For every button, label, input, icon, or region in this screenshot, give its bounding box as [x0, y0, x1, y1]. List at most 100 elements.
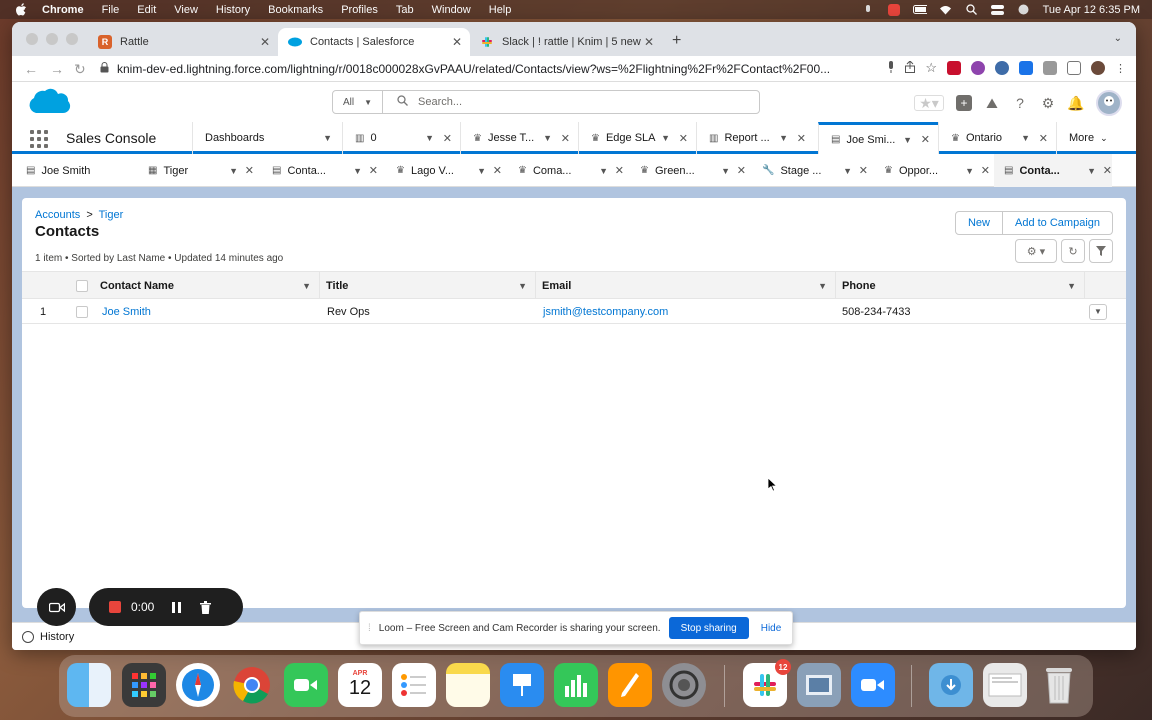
breadcrumb-record-link[interactable]: Tiger	[99, 209, 124, 221]
breadcrumb-accounts-link[interactable]: Accounts	[35, 209, 80, 221]
stop-recording-button[interactable]	[109, 601, 121, 613]
chevron-down-icon[interactable]: ▼	[353, 166, 362, 176]
close-tab-icon[interactable]: ✕	[644, 35, 654, 49]
chevron-down-icon[interactable]: ▼	[779, 133, 788, 143]
nav-tab-jesse[interactable]: ♛ Jesse T... ▼ ✕	[460, 122, 578, 154]
menubar-clock[interactable]: Tue Apr 12 6:35 PM	[1043, 4, 1140, 16]
new-tab-icon[interactable]: +	[672, 32, 681, 50]
close-tab-icon[interactable]: ✕	[737, 164, 746, 177]
close-tab-icon[interactable]: ✕	[245, 164, 254, 177]
share-icon[interactable]	[905, 59, 916, 76]
forward-icon[interactable]: →	[50, 61, 64, 77]
close-tab-icon[interactable]: ✕	[443, 132, 452, 145]
filter-icon[interactable]	[1089, 239, 1113, 263]
subtab-green[interactable]: ♛ Green... ▼ ✕	[630, 154, 746, 187]
finder-app-icon[interactable]	[67, 663, 111, 707]
chevron-down-icon[interactable]: ▼	[818, 281, 827, 291]
history-utility-item[interactable]: History	[40, 631, 74, 643]
chevron-down-icon[interactable]: ▼	[229, 166, 238, 176]
close-tab-icon[interactable]: ✕	[493, 164, 502, 177]
column-header-title[interactable]: Title ▼	[320, 272, 536, 299]
pages-app-icon[interactable]	[608, 663, 652, 707]
reminders-app-icon[interactable]	[392, 663, 436, 707]
loom-camera-toggle[interactable]	[37, 588, 76, 626]
mic-status-icon[interactable]	[861, 4, 875, 15]
chevron-down-icon[interactable]: ▼	[323, 133, 332, 143]
close-tab-icon[interactable]: ✕	[452, 35, 462, 49]
keynote-app-icon[interactable]	[500, 663, 544, 707]
contact-name-link[interactable]: Joe Smith	[102, 299, 151, 324]
subtab-stage[interactable]: 🔧 Stage ... ▼ ✕	[752, 154, 868, 187]
notes-app-icon[interactable]	[446, 663, 490, 707]
zoom-window-button[interactable]	[66, 33, 78, 45]
chevron-down-icon[interactable]: ▼	[425, 133, 434, 143]
facetime-app-icon[interactable]	[284, 663, 328, 707]
chevron-down-icon[interactable]: ▼	[518, 281, 527, 291]
menu-help[interactable]: Help	[489, 4, 512, 16]
close-tab-icon[interactable]: ✕	[679, 132, 688, 145]
nav-tab-0[interactable]: ▥ 0 ▼ ✕	[342, 122, 460, 154]
close-tab-icon[interactable]: ✕	[260, 35, 270, 49]
chevron-down-icon[interactable]: ▼	[302, 281, 311, 291]
close-tab-icon[interactable]: ✕	[615, 164, 624, 177]
chevron-down-icon[interactable]: ▼	[1021, 133, 1030, 143]
nav-tab-dashboards[interactable]: Dashboards ▼	[192, 122, 342, 154]
slack-app-icon[interactable]: 12	[743, 659, 791, 707]
subtab-contacts-1[interactable]: ▤ Conta... ▼ ✕	[262, 154, 378, 187]
row-actions-dropdown-icon[interactable]: ▼	[1089, 303, 1107, 320]
delete-recording-trash-icon[interactable]	[199, 600, 211, 614]
browser-tab-slack[interactable]: Slack | ! rattle | Knim | 5 new ite ✕	[470, 28, 662, 56]
minimize-window-button[interactable]	[46, 33, 58, 45]
side-panel-icon[interactable]	[1067, 61, 1081, 75]
menu-chrome[interactable]: Chrome	[42, 4, 84, 16]
chevron-down-icon[interactable]: ▼	[599, 166, 608, 176]
reload-icon[interactable]: ↻	[74, 61, 86, 78]
chevron-down-icon[interactable]: ▼	[721, 166, 730, 176]
close-window-button[interactable]	[26, 33, 38, 45]
close-tab-icon[interactable]: ✕	[1039, 132, 1048, 145]
nav-tab-ontario[interactable]: ♛ Ontario ▼ ✕	[938, 122, 1056, 154]
extension-red-icon[interactable]	[947, 61, 961, 75]
close-tab-icon[interactable]: ✕	[859, 164, 868, 177]
global-actions-plus-icon[interactable]: +	[956, 95, 972, 111]
recent-document-stack-icon[interactable]	[983, 663, 1027, 707]
chevron-down-icon[interactable]: ▼	[903, 135, 912, 145]
pause-icon[interactable]	[172, 601, 182, 613]
extension-purple-icon[interactable]	[971, 61, 985, 75]
contact-email-link[interactable]: jsmith@testcompany.com	[543, 299, 668, 324]
menu-profiles[interactable]: Profiles	[341, 4, 378, 16]
battery-icon[interactable]	[912, 5, 927, 15]
user-avatar[interactable]	[1096, 90, 1122, 116]
column-header-contact-name[interactable]: Contact Name ▼	[94, 272, 320, 299]
subtab-joe-smith[interactable]: ▤ Joe Smith	[12, 154, 138, 187]
calendar-app-icon[interactable]: APR 12	[338, 663, 382, 707]
apple-icon[interactable]	[14, 3, 28, 17]
extension-blue-icon[interactable]	[995, 61, 1009, 75]
close-tab-icon[interactable]: ✕	[981, 164, 990, 177]
trash-app-icon[interactable]	[1037, 663, 1081, 707]
tab-search-chevron-icon[interactable]: ⌄	[1114, 33, 1122, 44]
nav-tab-report[interactable]: ▥ Report ... ▼ ✕	[696, 122, 814, 154]
add-to-campaign-button[interactable]: Add to Campaign	[1003, 211, 1113, 235]
favorites-star-icon[interactable]: ★▾	[914, 95, 944, 111]
close-tab-icon[interactable]: ✕	[369, 164, 378, 177]
global-search[interactable]: All ▼ Search...	[332, 90, 760, 114]
screen-record-icon[interactable]	[887, 3, 901, 16]
menu-window[interactable]: Window	[432, 4, 471, 16]
hide-sharing-bar-button[interactable]: Hide	[761, 623, 782, 634]
browser-tab-rattle[interactable]: R Rattle ✕	[88, 28, 278, 56]
close-tab-icon[interactable]: ✕	[921, 133, 930, 146]
chevron-down-icon[interactable]: ▼	[1087, 166, 1096, 176]
menu-edit[interactable]: Edit	[137, 4, 156, 16]
setup-gear-icon[interactable]: ⚙	[1040, 95, 1056, 111]
trailhead-icon[interactable]: ⛰	[984, 95, 1000, 111]
close-tab-icon[interactable]: ✕	[1103, 164, 1112, 177]
row-checkbox[interactable]	[76, 305, 88, 318]
address-bar[interactable]: knim-dev-ed.lightning.force.com/lightnin…	[100, 59, 870, 79]
nav-tab-edge-sla[interactable]: ♛ Edge SLA ▼ ✕	[578, 122, 696, 154]
subtab-lago[interactable]: ♛ Lago V... ▼ ✕	[386, 154, 502, 187]
user-icon[interactable]	[1017, 4, 1031, 15]
stop-sharing-button[interactable]: Stop sharing	[668, 617, 749, 639]
menu-history[interactable]: History	[216, 4, 250, 16]
subtab-contacts-active[interactable]: ▤ Conta... ▼ ✕	[994, 154, 1112, 187]
